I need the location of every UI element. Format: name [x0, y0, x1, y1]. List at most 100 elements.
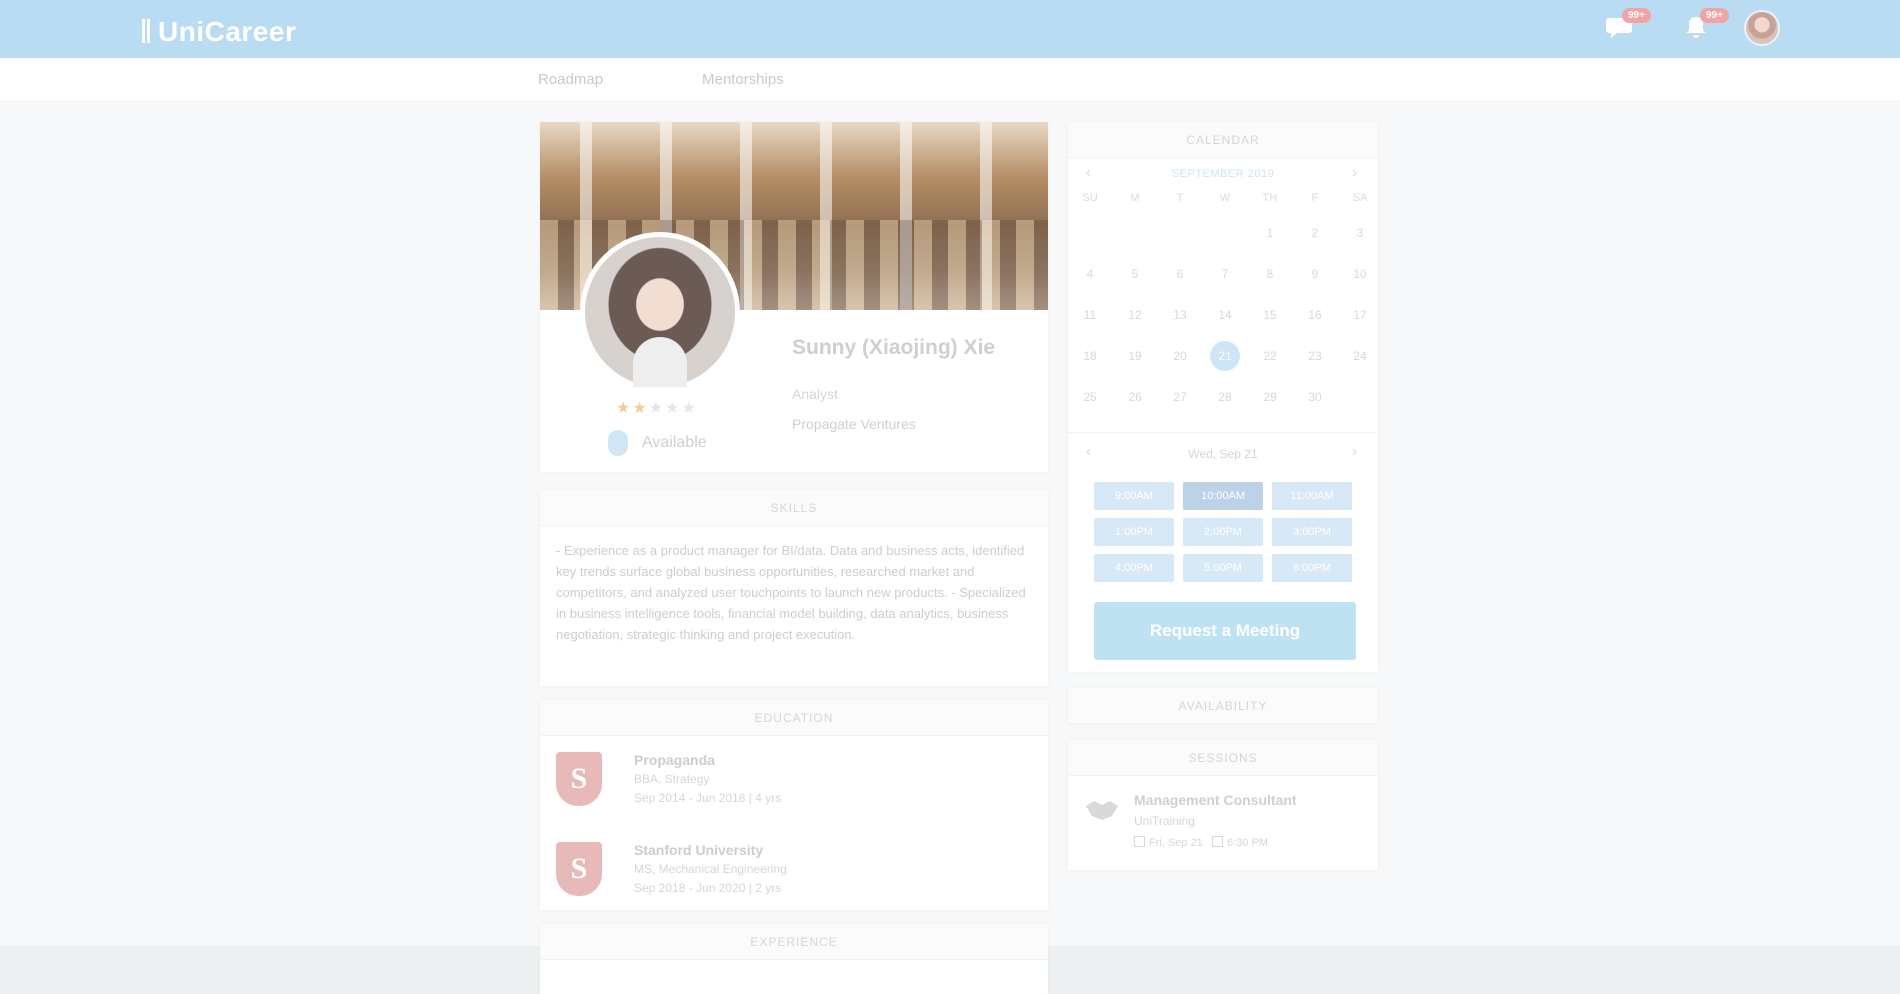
bell-icon[interactable]: 99+: [1684, 8, 1729, 40]
calendar-day[interactable]: 29: [1255, 382, 1285, 412]
sub-navigation: Roadmap Mentorships: [0, 58, 1900, 100]
time-slot-button[interactable]: 6:00PM: [1272, 554, 1352, 582]
logo[interactable]: UniCareer: [142, 16, 296, 48]
time-slot-button[interactable]: 9:00AM: [1094, 482, 1174, 510]
weekday-label: SA: [1352, 192, 1368, 204]
nav-roadmap[interactable]: Roadmap: [538, 71, 603, 88]
nav-mentorships[interactable]: Mentorships: [702, 71, 784, 88]
skills-title: SKILLS: [540, 490, 1048, 526]
education-item: S Stanford University MS, Mechanical Eng…: [556, 842, 1026, 912]
profile-card: ★★★★★ Available Sunny (Xiaojing) Xie Ana…: [540, 122, 1048, 472]
weekday-label: F: [1311, 192, 1319, 204]
calendar-day[interactable]: 5: [1120, 259, 1150, 289]
mic-icon: [608, 430, 628, 456]
session-subtitle: UniTraining: [1134, 814, 1195, 828]
availability-title[interactable]: AVAILABILITY: [1068, 688, 1378, 724]
calendar-day[interactable]: 8: [1255, 259, 1285, 289]
session-time: 6:30 PM: [1226, 837, 1268, 849]
skills-text: - Experience as a product manager for BI…: [556, 543, 1026, 642]
profile-avatar: [580, 232, 740, 392]
skills-card: SKILLS - Experience as a product manager…: [540, 490, 1048, 686]
time-slot-button[interactable]: 5:00PM: [1183, 554, 1263, 582]
selected-date-label: Wed, Sep 21: [1188, 447, 1258, 461]
school-name: Propaganda: [634, 752, 715, 768]
weekday-label: SU: [1082, 192, 1098, 204]
calendar-card: CALENDAR ‹ SEPTEMBER 2019 › ‹ Wed, Sep 2…: [1068, 122, 1378, 672]
calendar-day[interactable]: 22: [1255, 341, 1285, 371]
calendar-day[interactable]: 2: [1300, 218, 1330, 248]
school-degree: MS, Mechanical Engineering: [634, 862, 787, 876]
sessions-card: SESSIONS Management Consultant UniTraini…: [1068, 740, 1378, 870]
school-dates: Sep 2018 - Jun 2020 | 2 yrs: [634, 881, 782, 895]
chevron-right-icon[interactable]: ›: [1352, 443, 1357, 461]
calendar-day[interactable]: 26: [1120, 382, 1150, 412]
education-title: EDUCATION: [540, 700, 1048, 736]
rating-stars-off: ★★★: [648, 400, 698, 417]
profile-company[interactable]: Propagate Ventures: [792, 416, 916, 432]
calendar-day[interactable]: 16: [1300, 300, 1330, 330]
messages-icon[interactable]: 99+: [1606, 8, 1651, 40]
calendar-icon: [1134, 836, 1145, 847]
calendar-day[interactable]: 17: [1345, 300, 1375, 330]
rating-stars-on: ★★: [616, 400, 649, 417]
calendar-day[interactable]: 19: [1120, 341, 1150, 371]
time-slot-button[interactable]: 4:00PM: [1094, 554, 1174, 582]
school-logo-icon: S: [556, 752, 602, 806]
calendar-day[interactable]: 10: [1345, 259, 1375, 289]
session-title[interactable]: Management Consultant: [1134, 792, 1297, 808]
calendar-day[interactable]: 25: [1075, 382, 1105, 412]
clock-icon: [1211, 836, 1223, 847]
messages-badge: 99+: [1622, 8, 1651, 23]
time-slot-button[interactable]: 11:00AM: [1272, 482, 1352, 510]
chevron-right-icon[interactable]: ›: [1352, 164, 1357, 182]
sessions-title: SESSIONS: [1068, 740, 1378, 776]
calendar-day[interactable]: 30: [1300, 382, 1330, 412]
calendar-day[interactable]: 15: [1255, 300, 1285, 330]
user-avatar[interactable]: [1744, 10, 1780, 46]
calendar-day[interactable]: 14: [1210, 300, 1240, 330]
session-date: Fri, Sep 21: [1149, 837, 1203, 849]
weekday-label: M: [1130, 192, 1140, 204]
request-meeting-button[interactable]: Request a Meeting: [1094, 602, 1356, 660]
calendar-day[interactable]: 9: [1300, 259, 1330, 289]
calendar-day[interactable]: 28: [1210, 382, 1240, 412]
calendar-day-selected[interactable]: 21: [1210, 341, 1240, 371]
profile-role: Analyst: [792, 386, 838, 402]
calendar-day[interactable]: 12: [1120, 300, 1150, 330]
handshake-icon: [1084, 796, 1120, 824]
weekday-label: T: [1176, 192, 1184, 204]
calendar-day[interactable]: 18: [1075, 341, 1105, 371]
school-logo-icon: S: [556, 842, 602, 896]
calendar-day[interactable]: 20: [1165, 341, 1195, 371]
profile-name: Sunny (Xiaojing) Xie: [792, 336, 996, 359]
notifications-badge: 99+: [1700, 8, 1729, 23]
school-degree: BBA, Strategy: [634, 772, 710, 786]
top-bar: UniCareer 99+ 99+: [0, 0, 1900, 58]
calendar-month: SEPTEMBER 2019: [1171, 168, 1275, 180]
time-slot-button[interactable]: 1:00PM: [1094, 518, 1174, 546]
education-item: S Propaganda BBA, Strategy Sep 2014 - Ju…: [556, 752, 1026, 822]
time-navigation: ‹ Wed, Sep 21 ›: [1068, 432, 1378, 462]
logo-text: UniCareer: [158, 16, 297, 47]
availability-status: Available: [608, 430, 707, 456]
calendar-day[interactable]: 7: [1210, 259, 1240, 289]
calendar-day[interactable]: 3: [1345, 218, 1375, 248]
calendar-day[interactable]: 1: [1255, 218, 1285, 248]
calendar-day[interactable]: 27: [1165, 382, 1195, 412]
calendar-day[interactable]: 11: [1075, 300, 1105, 330]
weekday-label: TH: [1262, 192, 1278, 204]
time-slot-button[interactable]: 10:00AM: [1183, 482, 1263, 510]
experience-title: EXPERIENCE: [540, 924, 1048, 960]
availability-label: Available: [642, 434, 707, 452]
availability-card: AVAILABILITY: [1068, 688, 1378, 724]
school-dates: Sep 2014 - Jun 2018 | 4 yrs: [634, 791, 782, 805]
school-name: Stanford University: [634, 842, 764, 858]
calendar-day[interactable]: 4: [1075, 259, 1105, 289]
time-slot-button[interactable]: 3:00PM: [1272, 518, 1352, 546]
calendar-day[interactable]: 24: [1345, 341, 1375, 371]
calendar-day[interactable]: 6: [1165, 259, 1195, 289]
calendar-day[interactable]: 13: [1165, 300, 1195, 330]
weekday-label: W: [1219, 192, 1231, 204]
calendar-day[interactable]: 23: [1300, 341, 1330, 371]
time-slot-button[interactable]: 2:00PM: [1183, 518, 1263, 546]
